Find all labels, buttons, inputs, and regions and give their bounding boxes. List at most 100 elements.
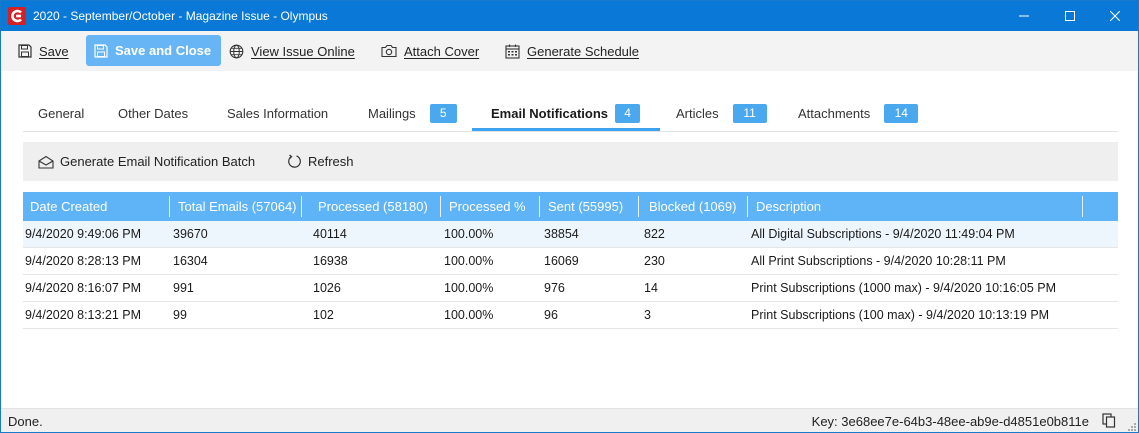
cell-processed: 16938 — [313, 254, 348, 268]
active-tab-indicator — [472, 128, 660, 131]
generate-schedule-button[interactable]: Generate Schedule — [505, 36, 639, 66]
cell-processed: 40114 — [313, 227, 347, 241]
olympus-logo-icon — [8, 7, 26, 25]
cell-sent: 96 — [544, 308, 558, 322]
tab-label: General — [38, 106, 85, 121]
cell-processed-percent: 100.00% — [444, 254, 494, 268]
column-divider[interactable] — [1082, 196, 1083, 217]
table-row[interactable]: 9/4/2020 8:16:07 PM 991 1026 100.00% 976… — [23, 275, 1118, 302]
cell-processed: 102 — [313, 308, 334, 322]
window-title: 2020 - September/October - Magazine Issu… — [33, 9, 328, 23]
tab-label: Email Notifications — [491, 106, 609, 121]
cell-processed-percent: 100.00% — [444, 281, 494, 295]
cell-blocked: 3 — [644, 308, 651, 322]
app-window: 2020 - September/October - Magazine Issu… — [0, 0, 1139, 433]
cell-total-emails: 991 — [173, 281, 194, 295]
refresh-label: Refresh — [308, 154, 354, 169]
column-header-description[interactable]: Description — [749, 192, 1079, 221]
generate-schedule-label: Generate Schedule — [527, 43, 640, 59]
column-header-date-created[interactable]: Date Created — [23, 192, 169, 221]
generate-batch-label: Generate Email Notification Batch — [60, 154, 256, 169]
cell-total-emails: 16304 — [173, 254, 208, 268]
attach-cover-label: Attach Cover — [404, 43, 480, 59]
cell-processed: 1026 — [313, 281, 341, 295]
grid-header: Date Created Total Emails (57064) Proces… — [23, 192, 1118, 221]
tab-mailings[interactable]: Mailings 5 — [368, 97, 457, 130]
column-header-processed-percent[interactable]: Processed % — [442, 192, 542, 221]
resize-grip-icon[interactable] — [1128, 423, 1136, 431]
view-issue-online-label: View Issue Online — [251, 43, 355, 59]
cell-blocked: 230 — [644, 254, 665, 268]
tab-sales-information[interactable]: Sales Information — [227, 97, 328, 130]
tab-attachments[interactable]: Attachments 14 — [798, 97, 919, 130]
tab-label: Articles — [676, 106, 719, 121]
cell-date-created: 9/4/2020 8:16:07 PM — [25, 281, 142, 295]
camera-icon — [381, 44, 397, 58]
column-divider[interactable] — [169, 196, 170, 217]
column-header-sent[interactable]: Sent (55995) — [541, 192, 641, 221]
tab-label: Attachments — [798, 106, 871, 121]
column-divider[interactable] — [301, 196, 302, 217]
tab-other-dates[interactable]: Other Dates — [118, 97, 188, 130]
cell-blocked: 822 — [644, 227, 665, 241]
cell-processed-percent: 100.00% — [444, 308, 494, 322]
refresh-icon — [288, 154, 301, 168]
cell-date-created: 9/4/2020 9:49:06 PM — [25, 227, 142, 241]
action-bar: Generate Email Notification Batch Refres… — [23, 142, 1118, 181]
tab-label: Mailings — [368, 106, 416, 121]
save-and-close-label: Save and Close — [115, 43, 212, 58]
cell-total-emails: 99 — [173, 308, 187, 322]
cell-processed-percent: 100.00% — [444, 227, 494, 241]
minimize-button[interactable] — [1001, 1, 1047, 31]
save-button[interactable]: Save — [18, 36, 69, 66]
table-row[interactable]: 9/4/2020 8:13:21 PM 99 102 100.00% 96 3 … — [23, 302, 1118, 329]
email-notifications-grid: Date Created Total Emails (57064) Proces… — [23, 192, 1118, 329]
count-badge: 4 — [615, 104, 641, 123]
cell-sent: 38854 — [544, 227, 579, 241]
save-label: Save — [39, 43, 69, 59]
column-divider[interactable] — [539, 196, 540, 217]
column-header-blocked[interactable]: Blocked (1069) — [642, 192, 748, 221]
tab-email-notifications[interactable]: Email Notifications 4 — [491, 97, 641, 130]
count-badge: 14 — [884, 104, 919, 123]
cell-description: Print Subscriptions (100 max) - 9/4/2020… — [751, 308, 1050, 322]
cell-description: Print Subscriptions (1000 max) - 9/4/202… — [751, 281, 1057, 295]
tab-strip: General Other Dates Sales Information Ma… — [23, 97, 1118, 132]
save-and-close-button[interactable]: Save and Close — [86, 35, 222, 66]
cell-total-emails: 39670 — [173, 227, 208, 241]
table-row[interactable]: 9/4/2020 9:49:06 PM 39670 40114 100.00% … — [23, 221, 1118, 248]
close-button[interactable] — [1092, 1, 1138, 31]
status-text: Done. — [8, 414, 43, 429]
count-badge: 11 — [732, 104, 767, 123]
cell-date-created: 9/4/2020 8:28:13 PM — [25, 254, 142, 268]
tab-general[interactable]: General — [38, 97, 84, 130]
cell-description: All Print Subscriptions - 9/4/2020 10:28… — [751, 254, 1006, 268]
status-bar: Done. Key: 3e68ee7e-64b3-48ee-ab9e-d4851… — [1, 408, 1138, 432]
envelope-open-icon — [38, 155, 54, 169]
toolbar: Save Save and Close View Issue Online At… — [1, 31, 1138, 71]
save-icon — [18, 44, 32, 58]
column-divider[interactable] — [440, 196, 441, 217]
tab-label: Sales Information — [227, 106, 329, 121]
copy-icon[interactable] — [1102, 413, 1116, 428]
cell-description: All Digital Subscriptions - 9/4/2020 11:… — [751, 227, 1015, 241]
attach-cover-button[interactable]: Attach Cover — [381, 36, 479, 66]
column-divider[interactable] — [747, 196, 748, 217]
generate-email-notification-batch-button[interactable]: Generate Email Notification Batch — [38, 142, 255, 181]
cell-sent: 976 — [544, 281, 565, 295]
tab-articles[interactable]: Articles 11 — [676, 97, 767, 130]
calendar-icon — [505, 44, 520, 59]
globe-icon — [229, 44, 244, 58]
record-key: Key: 3e68ee7e-64b3-48ee-ab9e-d4851e0b811… — [811, 414, 1089, 429]
maximize-button[interactable] — [1047, 1, 1093, 31]
column-header-total-emails[interactable]: Total Emails (57064) — [171, 192, 311, 221]
column-divider[interactable] — [638, 196, 639, 217]
save-icon — [94, 43, 108, 58]
table-row[interactable]: 9/4/2020 8:28:13 PM 16304 16938 100.00% … — [23, 248, 1118, 275]
view-issue-online-button[interactable]: View Issue Online — [229, 36, 355, 66]
count-badge: 5 — [429, 104, 457, 123]
column-header-processed[interactable]: Processed (58180) — [311, 192, 441, 221]
cell-date-created: 9/4/2020 8:13:21 PM — [25, 308, 142, 322]
title-bar[interactable]: 2020 - September/October - Magazine Issu… — [1, 1, 1138, 31]
refresh-button[interactable]: Refresh — [287, 142, 354, 181]
